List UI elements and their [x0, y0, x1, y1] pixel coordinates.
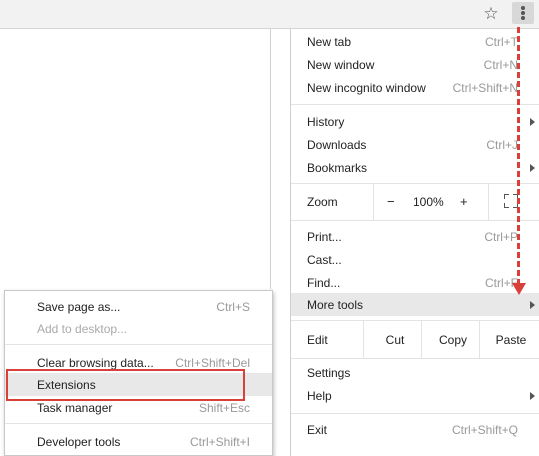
- menu-item-help[interactable]: Help: [291, 384, 539, 407]
- paste-button[interactable]: Paste: [479, 321, 539, 358]
- menu-item-print[interactable]: Print... Ctrl+P: [291, 225, 539, 248]
- menu-item-history[interactable]: History: [291, 110, 539, 133]
- chrome-menu: New tab Ctrl+T New window Ctrl+N New inc…: [290, 29, 539, 456]
- menu-item-new-tab[interactable]: New tab Ctrl+T: [291, 30, 539, 53]
- submenu-divider: [5, 423, 272, 424]
- fullscreen-icon[interactable]: [504, 194, 518, 208]
- zoom-in-button[interactable]: +: [460, 194, 468, 209]
- chrome-menu-button[interactable]: [512, 2, 534, 24]
- submenu-item-save-page[interactable]: Save page as... Ctrl+S: [5, 295, 272, 318]
- menu-item-cast[interactable]: Cast...: [291, 248, 539, 271]
- submenu-item-extensions[interactable]: Extensions: [5, 373, 272, 396]
- menu-item-bookmarks[interactable]: Bookmarks: [291, 156, 539, 179]
- menu-divider: [291, 413, 539, 414]
- menu-item-more-tools[interactable]: More tools: [291, 293, 539, 316]
- submenu-item-add-to-desktop: Add to desktop...: [37, 321, 128, 336]
- submenu-arrow-icon: [530, 118, 535, 126]
- vertical-ellipsis-icon: [521, 6, 525, 10]
- submenu-divider: [5, 344, 272, 345]
- submenu-item-developer-tools[interactable]: Developer tools Ctrl+Shift+I: [5, 430, 272, 453]
- menu-divider: [291, 358, 539, 359]
- menu-item-new-window[interactable]: New window Ctrl+N: [291, 53, 539, 76]
- star-icon[interactable]: ☆: [480, 3, 502, 25]
- guide-dashed-line: [517, 27, 520, 285]
- page-content-area: [0, 29, 271, 289]
- copy-button[interactable]: Copy: [421, 321, 484, 358]
- zoom-level-value: 100%: [413, 195, 444, 209]
- submenu-arrow-icon: [530, 392, 535, 400]
- menu-item-find[interactable]: Find... Ctrl+F: [291, 271, 539, 294]
- menu-item-new-incognito-window[interactable]: New incognito window Ctrl+Shift+N: [291, 76, 539, 99]
- edit-label: Edit: [307, 333, 328, 347]
- submenu-arrow-icon: [530, 301, 535, 309]
- submenu-arrow-icon: [530, 164, 535, 172]
- menu-item-downloads[interactable]: Downloads Ctrl+J: [291, 133, 539, 156]
- more-tools-submenu: Save page as... Ctrl+S Add to desktop...…: [4, 290, 273, 456]
- browser-toolbar: ☆: [0, 0, 539, 29]
- guide-arrow-icon: [512, 283, 526, 295]
- menu-item-settings[interactable]: Settings: [291, 361, 539, 384]
- menu-item-exit[interactable]: Exit Ctrl+Shift+Q: [291, 418, 539, 441]
- menu-divider: [291, 104, 539, 105]
- edit-row: Edit Cut Copy Paste: [291, 321, 539, 358]
- zoom-label: Zoom: [307, 195, 338, 209]
- zoom-out-button[interactable]: −: [387, 194, 395, 209]
- zoom-row: Zoom − 100% +: [291, 184, 539, 220]
- submenu-item-task-manager[interactable]: Task manager Shift+Esc: [5, 396, 272, 419]
- cut-button[interactable]: Cut: [363, 321, 426, 358]
- submenu-item-clear-browsing-data[interactable]: Clear browsing data... Ctrl+Shift+Del: [5, 351, 272, 374]
- menu-divider: [291, 220, 539, 221]
